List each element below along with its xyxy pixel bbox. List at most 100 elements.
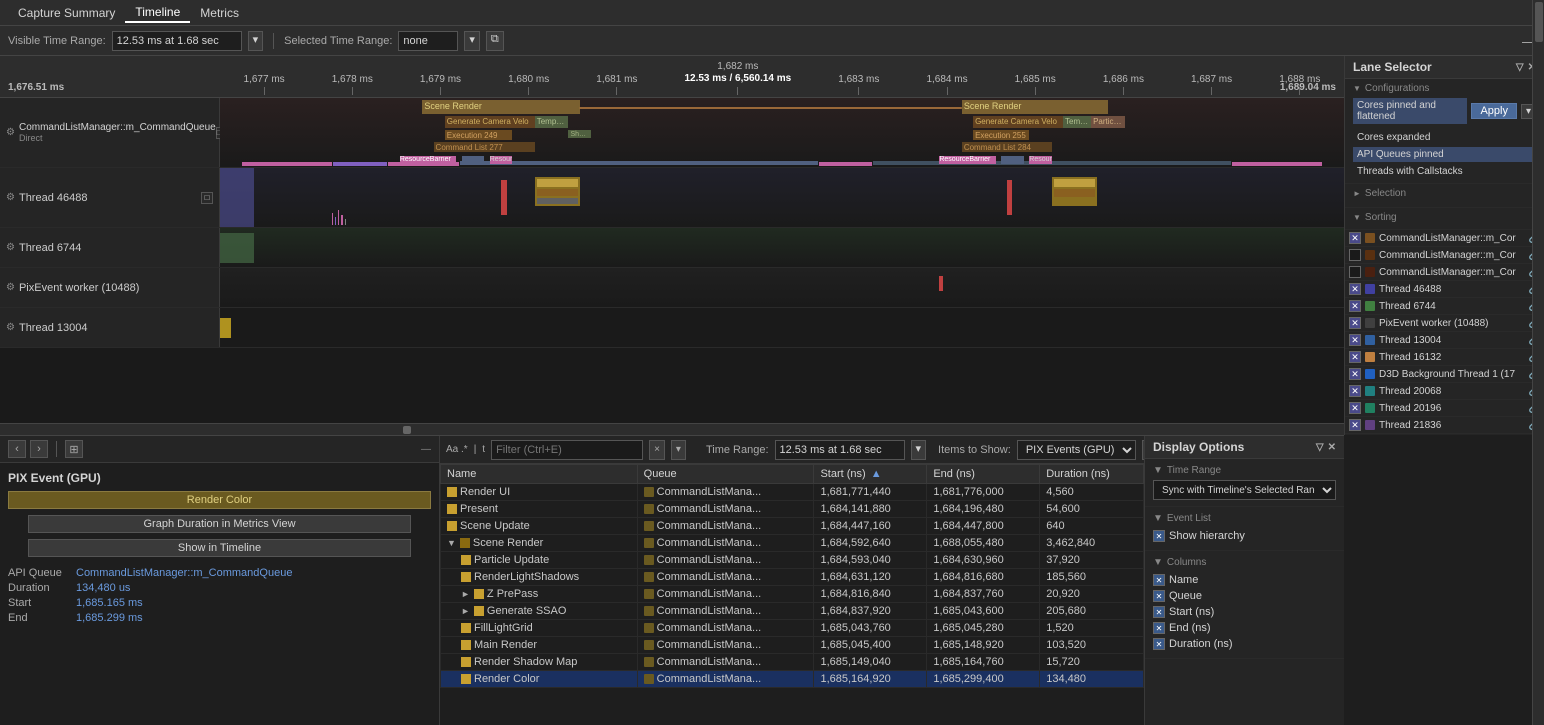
nav-next-btn[interactable]: › <box>30 440 48 458</box>
col-name-checkbox[interactable]: ✕ <box>1153 574 1165 586</box>
timeline-label-thread6744[interactable]: ⚙ Thread 6744 <box>0 228 220 267</box>
config-item-0[interactable]: Cores pinned and flattened <box>1353 98 1467 124</box>
pix-panel-collapse[interactable]: — <box>421 444 431 455</box>
lane-item-5[interactable]: ✕ PixEvent worker (10488) 🔗 <box>1345 315 1544 332</box>
lane-item-7[interactable]: ✕ Thread 16132 🔗 <box>1345 349 1544 366</box>
table-row[interactable]: ►Generate SSAO CommandListMana... 1,684,… <box>441 603 1144 620</box>
expand-arrow[interactable]: ► <box>461 589 470 599</box>
timeline-label-pixevent[interactable]: ⚙ PixEvent worker (10488) <box>0 268 220 307</box>
apply-btn[interactable]: Apply <box>1471 103 1517 119</box>
timeline-content-thread13004[interactable] <box>220 308 1344 347</box>
lane-item-1[interactable]: CommandListManager::m_Cor 🔗 <box>1345 247 1544 264</box>
table-row[interactable]: RenderLightShadows CommandListMana... 1,… <box>441 569 1144 586</box>
resource-barrier-3[interactable]: ResourceC... <box>490 156 512 164</box>
display-options-close-btn[interactable]: ✕ <box>1328 442 1336 453</box>
col-name[interactable]: Name <box>441 465 638 484</box>
lane-item-8[interactable]: ✕ D3D Background Thread 1 (17 🔗 <box>1345 366 1544 383</box>
events-filter-input[interactable] <box>491 440 643 460</box>
nav-capture-summary[interactable]: Capture Summary <box>8 4 125 22</box>
timeline-scrollbar-thumb[interactable] <box>403 426 411 434</box>
sharpe-left[interactable]: Sharpe <box>568 130 590 138</box>
table-row[interactable]: ▼Scene Render CommandListMana... 1,684,5… <box>441 535 1144 552</box>
events-filter-clear[interactable]: × <box>649 440 665 460</box>
lane-checkbox-8[interactable]: ✕ <box>1349 368 1361 380</box>
visible-range-dropdown[interactable]: ▾ <box>248 31 264 51</box>
lane-item-3[interactable]: ✕ Thread 46488 🔗 <box>1345 281 1544 298</box>
config-item-1[interactable]: Cores expanded <box>1353 130 1536 145</box>
lane-item-6[interactable]: ✕ Thread 13004 🔗 <box>1345 332 1544 349</box>
lane-checkbox-2[interactable] <box>1349 266 1361 278</box>
resource-barrier-2[interactable] <box>462 156 484 164</box>
gen-camera-velo-left[interactable]: Generate Camera Velo <box>445 116 535 128</box>
lane-item-4[interactable]: ✕ Thread 6744 🔗 <box>1345 298 1544 315</box>
particle-render-right[interactable]: Particle Render <box>1091 116 1125 128</box>
lane-checkbox-1[interactable] <box>1349 249 1361 261</box>
timeline-label-thread46488[interactable]: ⚙ Thread 46488 □ <box>0 168 220 227</box>
do-time-range-select[interactable]: Sync with Timeline's Selected Range <box>1153 480 1336 500</box>
thread46488-collapse[interactable]: □ <box>201 192 213 204</box>
nav-timeline[interactable]: Timeline <box>125 3 190 23</box>
gen-camera-velo-right[interactable]: Generate Camera Velo <box>973 116 1063 128</box>
lane-checkbox-6[interactable]: ✕ <box>1349 334 1361 346</box>
col-start[interactable]: Start (ns) ▲ <box>814 465 927 484</box>
timeline-content-cmdlist[interactable]: Scene Render Generate Camera Velo Tempor… <box>220 98 1344 167</box>
t46-block2[interactable] <box>1052 177 1097 207</box>
expand-arrow[interactable]: ▼ <box>447 538 456 548</box>
show-hierarchy-checkbox[interactable]: ✕ <box>1153 530 1165 542</box>
resource-barrier-r1[interactable]: ResourceBarrier <box>939 156 995 164</box>
lane-item-10[interactable]: ✕ Thread 20196 🔗 <box>1345 400 1544 417</box>
lane-checkbox-9[interactable]: ✕ <box>1349 385 1361 397</box>
do-col-end[interactable]: ✕ End (ns) <box>1153 620 1336 636</box>
sorting-title[interactable]: ▼ Sorting <box>1353 212 1536 223</box>
timeline-content-pixevent[interactable] <box>220 268 1344 307</box>
resource-barrier-r2[interactable] <box>1001 156 1023 164</box>
lane-checkbox-4[interactable]: ✕ <box>1349 300 1361 312</box>
nav-grid-btn[interactable]: ⊞ <box>65 440 83 458</box>
cmdlist-284[interactable]: Command List 284 <box>962 142 1052 152</box>
config-item-2[interactable]: API Queues pinned <box>1353 147 1536 162</box>
events-filter-dropdown[interactable]: ▾ <box>671 440 686 460</box>
table-row[interactable]: Main Render CommandListMana... 1,685,045… <box>441 637 1144 654</box>
selected-range-input[interactable] <box>398 31 458 51</box>
time-range-input[interactable] <box>775 440 905 460</box>
table-row[interactable]: ►Z PrePass CommandListMana... 1,684,816,… <box>441 586 1144 603</box>
lane-item-12[interactable]: ✕ D3D Background Thread 3 (26 🔗 <box>1345 434 1544 435</box>
cmdlist-277[interactable]: Command List 277 <box>434 142 535 152</box>
lane-item-9[interactable]: ✕ Thread 20068 🔗 <box>1345 383 1544 400</box>
lane-checkbox-0[interactable]: ✕ <box>1349 232 1361 244</box>
timeline-scrollbar[interactable] <box>0 423 1344 435</box>
do-col-queue[interactable]: ✕ Queue <box>1153 588 1336 604</box>
copy-btn[interactable]: ⧉ <box>486 31 504 51</box>
lane-checkbox-3[interactable]: ✕ <box>1349 283 1361 295</box>
lane-selector-filter-btn[interactable]: ▽ <box>1516 62 1524 73</box>
configurations-title[interactable]: ▼ Configurations <box>1353 83 1536 94</box>
graph-duration-btn[interactable]: Graph Duration in Metrics View <box>28 515 411 533</box>
col-start-checkbox[interactable]: ✕ <box>1153 606 1165 618</box>
do-time-range-title[interactable]: ▼ Time Range <box>1153 465 1336 476</box>
table-row[interactable]: Present CommandListMana... 1,684,141,880… <box>441 501 1144 518</box>
exec-249[interactable]: Execution 249 <box>445 130 512 140</box>
lane-checkbox-10[interactable]: ✕ <box>1349 402 1361 414</box>
temporai-left[interactable]: Temporai <box>535 116 569 128</box>
lane-checkbox-7[interactable]: ✕ <box>1349 351 1361 363</box>
col-end-checkbox[interactable]: ✕ <box>1153 622 1165 634</box>
show-in-timeline-btn[interactable]: Show in Timeline <box>28 539 411 557</box>
t46-block1[interactable] <box>535 177 580 207</box>
lane-item-2[interactable]: CommandListManager::m_Cor 🔗 <box>1345 264 1544 281</box>
table-row[interactable]: Render UI CommandListMana... 1,681,771,4… <box>441 484 1144 501</box>
table-row[interactable]: Render Shadow Map CommandListMana... 1,6… <box>441 654 1144 671</box>
col-end[interactable]: End (ns) <box>927 465 1040 484</box>
table-row-selected[interactable]: Render Color CommandListMana... 1,685,16… <box>441 671 1144 688</box>
table-row[interactable]: Particle Update CommandListMana... 1,684… <box>441 552 1144 569</box>
do-col-duration[interactable]: ✕ Duration (ns) <box>1153 636 1336 652</box>
nav-prev-btn[interactable]: ‹ <box>8 440 26 458</box>
config-item-3[interactable]: Threads with Callstacks <box>1353 164 1536 179</box>
resource-barrier-r3[interactable]: ResourceBarri... <box>1029 156 1051 164</box>
col-duration-checkbox[interactable]: ✕ <box>1153 638 1165 650</box>
lane-scrollbar-thumb[interactable] <box>1535 2 1543 42</box>
nav-metrics[interactable]: Metrics <box>190 4 249 22</box>
scene-render-block-right[interactable]: Scene Render <box>962 100 1108 114</box>
items-show-select[interactable]: PIX Events (GPU) <box>1017 440 1136 460</box>
exec-255[interactable]: Execution 255 <box>973 130 1029 140</box>
lane-item-0[interactable]: ✕ CommandListManager::m_Cor 🔗 <box>1345 230 1544 247</box>
